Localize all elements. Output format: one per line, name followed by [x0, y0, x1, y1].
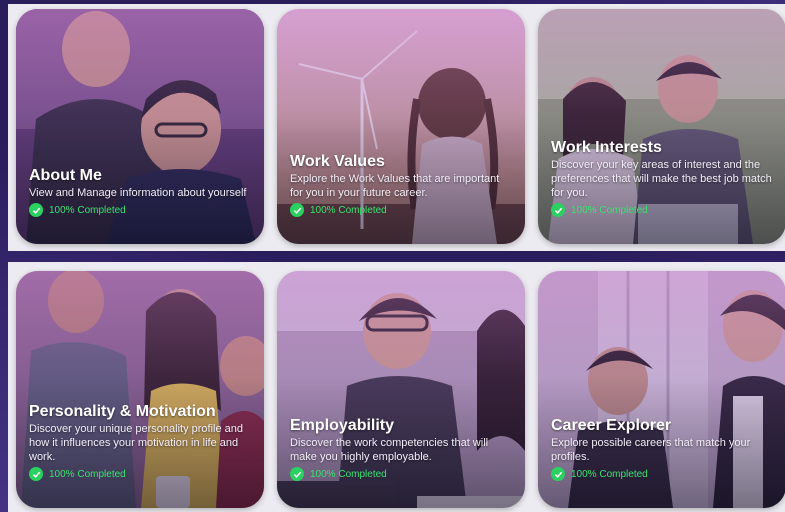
completion-text: 100% Completed [310, 468, 387, 480]
card-title: About Me [29, 167, 102, 184]
check-circle-icon [551, 467, 565, 481]
card-content: About Me View and Manage information abo… [29, 166, 254, 200]
card-description: Explore possible careers that match your… [551, 437, 751, 463]
card-title: Personality & Motivation [29, 403, 216, 420]
card-description: Explore the Work Values that are importa… [290, 173, 500, 199]
card-content: Work Interests Discover your key areas o… [551, 138, 776, 200]
completion-text: 100% Completed [571, 204, 648, 216]
card-description: Discover the work competencies that will… [290, 437, 489, 463]
card-title: Career Explorer [551, 417, 672, 434]
completion-text: 100% Completed [49, 204, 126, 216]
completion-text: 100% Completed [49, 468, 126, 480]
card-description: View and Manage information about yourse… [29, 187, 247, 199]
card-content: Personality & Motivation Discover your u… [29, 402, 254, 464]
card-title: Work Values [290, 153, 385, 170]
check-circle-icon [29, 203, 43, 217]
module-row-1: About Me View and Manage information abo… [8, 4, 785, 251]
check-circle-icon [290, 467, 304, 481]
check-circle-icon [290, 203, 304, 217]
card-description: Discover your key areas of interest and … [551, 159, 772, 199]
completion-status: 100% Completed [290, 203, 387, 217]
module-card-employability[interactable]: Employability Discover the work competen… [277, 271, 525, 508]
module-card-about-me[interactable]: About Me View and Manage information abo… [16, 9, 264, 244]
completion-status: 100% Completed [29, 203, 126, 217]
card-title: Work Interests [551, 139, 662, 156]
completion-status: 100% Completed [29, 467, 126, 481]
module-card-work-interests[interactable]: Work Interests Discover your key areas o… [538, 9, 785, 244]
module-card-personality-motivation[interactable]: Personality & Motivation Discover your u… [16, 271, 264, 508]
completion-status: 100% Completed [551, 467, 648, 481]
completion-status: 100% Completed [290, 467, 387, 481]
completion-status: 100% Completed [551, 203, 648, 217]
card-content: Work Values Explore the Work Values that… [290, 152, 515, 200]
card-content: Career Explorer Explore possible careers… [551, 416, 776, 464]
module-row-2: Personality & Motivation Discover your u… [8, 262, 785, 512]
completion-text: 100% Completed [310, 204, 387, 216]
module-card-work-values[interactable]: Work Values Explore the Work Values that… [277, 9, 525, 244]
card-description: Discover your unique personality profile… [29, 423, 244, 463]
check-circle-icon [551, 203, 565, 217]
completion-text: 100% Completed [571, 468, 648, 480]
card-title: Employability [290, 417, 395, 434]
card-content: Employability Discover the work competen… [290, 416, 515, 464]
check-circle-icon [29, 467, 43, 481]
module-card-career-explorer[interactable]: Career Explorer Explore possible careers… [538, 271, 785, 508]
